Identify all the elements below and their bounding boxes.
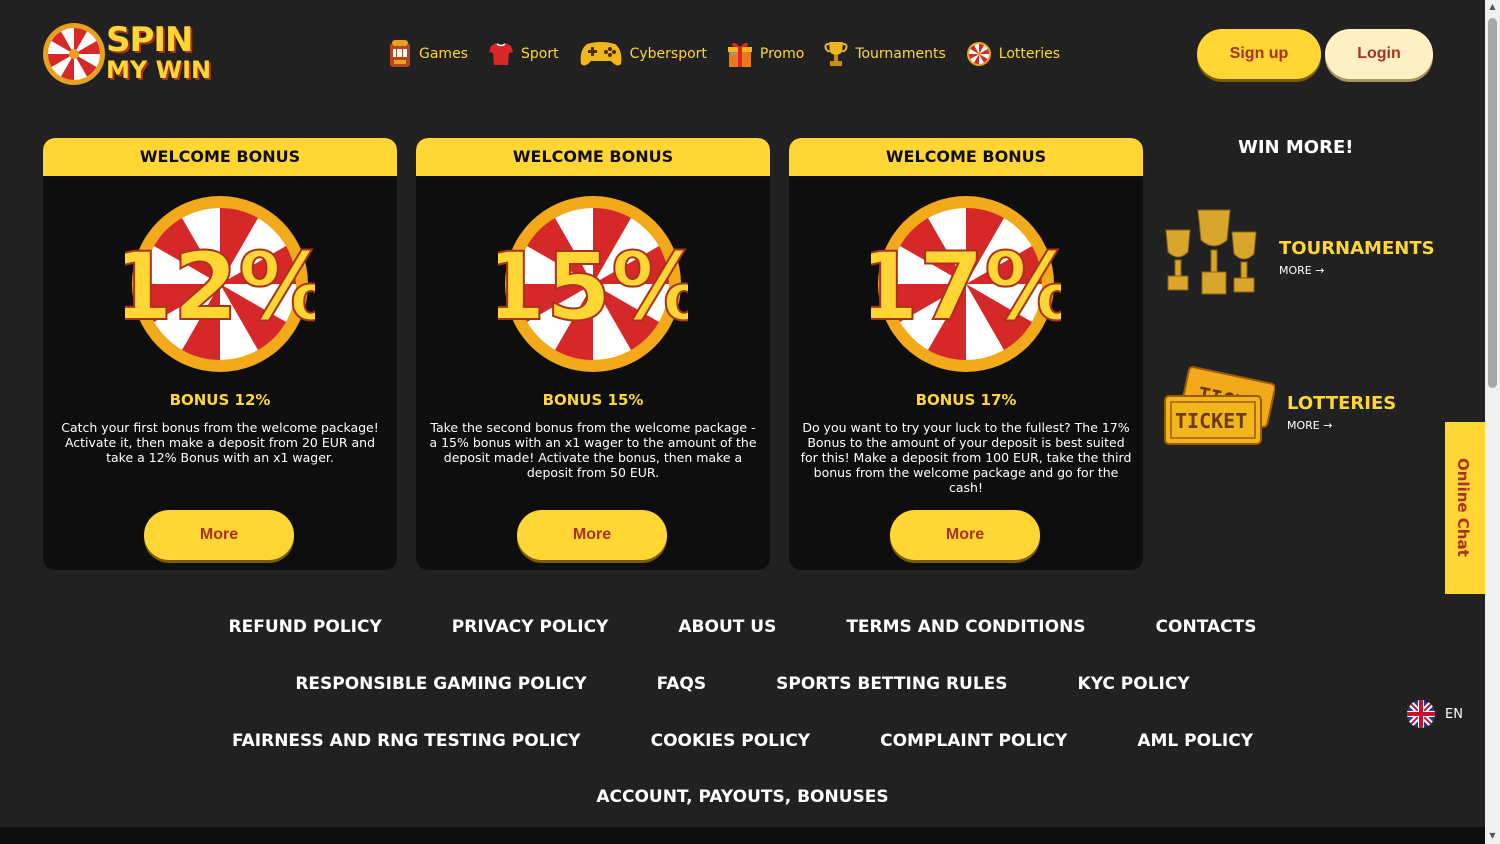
promo-more-tournaments[interactable]: MORE → [1279,264,1324,277]
bonus-wheel-icon: 12% [125,196,315,372]
nav-item-tournaments[interactable]: Tournaments [824,40,946,68]
footer-links-row-1: REFUND POLICY PRIVACY POLICY ABOUT US TE… [0,617,1485,637]
site-header: SPIN MY WIN Games Sport Cybersport Promo… [0,0,1485,110]
nav-label-cybersport: Cybersport [629,46,707,62]
online-chat-label: Online Chat [1454,458,1472,557]
footer-link-terms[interactable]: TERMS AND CONDITIONS [846,617,1085,637]
footer-link-sports-betting-rules[interactable]: SPORTS BETTING RULES [776,674,1007,694]
scroll-up-icon[interactable]: ▲ [1488,3,1497,11]
footer-link-responsible-gaming[interactable]: RESPONSIBLE GAMING POLICY [295,674,586,694]
footer-links-row-4: ACCOUNT, PAYOUTS, BONUSES [0,787,1485,807]
logo-text: SPIN MY WIN [106,20,212,84]
bonus-wheel-icon: 17% [871,196,1061,372]
arrow-right-icon: → [1323,419,1333,432]
bonus-card-1: WELCOME BONUS 12% BONUS 12% Catch your f… [43,138,397,570]
card-description: Catch your first bonus from the welcome … [61,420,379,465]
online-chat-tab[interactable]: Online Chat [1445,422,1485,594]
wheel-icon [966,42,991,66]
jersey-icon [488,43,513,65]
nav-item-lotteries[interactable]: Lotteries [966,41,1060,67]
bottom-strip [0,827,1485,844]
bonus-card-2: WELCOME BONUS 15% BONUS 15% Take the sec… [416,138,770,570]
login-button[interactable]: Login [1325,29,1433,79]
site-logo[interactable]: SPIN MY WIN [42,22,222,88]
footer-link-kyc-policy[interactable]: KYC POLICY [1078,674,1190,694]
promo-tournaments[interactable]: TOURNAMENTS MORE → [1160,208,1440,300]
card-description: Take the second bonus from the welcome p… [429,420,757,480]
nav-label-lotteries: Lotteries [998,46,1061,62]
nav-label-sport: Sport [520,46,559,62]
bonus-percent: 17% [871,233,1061,342]
main-nav: Games Sport Cybersport Promo Tournaments… [388,36,1080,72]
bonus-percent: 12% [125,233,315,342]
nav-label-games: Games [419,46,468,62]
card-more-button[interactable]: More [144,510,294,560]
tickets-icon: TICK TICKET [1164,366,1275,445]
trophy-icon [824,42,848,66]
slot-machine-icon [390,40,410,67]
card-header: WELCOME BONUS [43,138,397,176]
promo-lotteries[interactable]: TICK TICKET LOTTERIES MORE → [1163,362,1443,454]
card-title: BONUS 15% [542,391,644,409]
footer-link-fairness-rng[interactable]: FAIRNESS AND RNG TESTING POLICY [232,731,581,751]
scrollbar-thumb[interactable] [1488,18,1497,388]
promo-more-label: MORE [1287,419,1320,432]
promo-more-label: MORE [1279,264,1312,277]
win-more-title: WIN MORE! [1238,137,1354,158]
bonus-card-3: WELCOME BONUS 17% BONUS 17% Do you want … [789,138,1143,570]
nav-item-sport[interactable]: Sport [488,41,559,67]
signup-button[interactable]: Sign up [1197,29,1321,79]
scroll-down-icon[interactable]: ▼ [1488,832,1497,840]
promo-more-lotteries[interactable]: MORE → [1287,419,1332,432]
nav-label-tournaments: Tournaments [855,46,946,62]
card-more-button[interactable]: More [890,510,1040,560]
footer-link-aml-policy[interactable]: AML POLICY [1137,731,1253,751]
nav-item-games[interactable]: Games [388,39,468,69]
wheel-logo-icon [43,23,105,85]
nav-item-cybersport[interactable]: Cybersport [579,40,707,68]
arrow-right-icon: → [1315,264,1325,277]
card-more-button[interactable]: More [517,510,667,560]
gamepad-icon [580,42,621,66]
promo-label-lotteries: LOTTERIES [1287,393,1397,414]
bonus-wheel-icon: 15% [498,196,688,372]
card-title: BONUS 17% [915,391,1017,409]
footer-link-contacts[interactable]: CONTACTS [1156,617,1257,637]
footer-link-cookies-policy[interactable]: COOKIES POLICY [651,731,811,751]
card-title: BONUS 12% [169,391,271,409]
language-code: EN [1445,706,1463,722]
promo-label-tournaments: TOURNAMENTS [1279,238,1435,259]
card-description: Do you want to try your luck to the full… [800,420,1132,495]
svg-text:TICKET: TICKET [1175,409,1247,433]
footer-links-row-2: RESPONSIBLE GAMING POLICY FAQS SPORTS BE… [0,674,1485,694]
card-header: WELCOME BONUS [789,138,1143,176]
footer-link-about-us[interactable]: ABOUT US [678,617,776,637]
card-header: WELCOME BONUS [416,138,770,176]
trophies-icon [1165,209,1257,295]
logo-line-1: SPIN [106,20,194,60]
footer-link-refund-policy[interactable]: REFUND POLICY [229,617,382,637]
bonus-percent: 15% [498,233,688,342]
footer-link-privacy-policy[interactable]: PRIVACY POLICY [452,617,609,637]
gift-icon [727,42,752,67]
nav-label-promo: Promo [759,46,805,62]
uk-flag-icon [1407,700,1435,728]
footer-links-row-3: FAIRNESS AND RNG TESTING POLICY COOKIES … [0,731,1485,751]
logo-line-2: MY WIN [106,56,212,84]
footer-link-faqs[interactable]: FAQS [657,674,707,694]
footer-link-complaint-policy[interactable]: COMPLAINT POLICY [880,731,1067,751]
nav-item-promo[interactable]: Promo [727,40,804,68]
language-selector[interactable]: EN [1407,700,1463,728]
footer-link-account-payouts-bonuses[interactable]: ACCOUNT, PAYOUTS, BONUSES [596,787,888,807]
page-scrollbar[interactable]: ▲ ▼ [1485,0,1500,844]
